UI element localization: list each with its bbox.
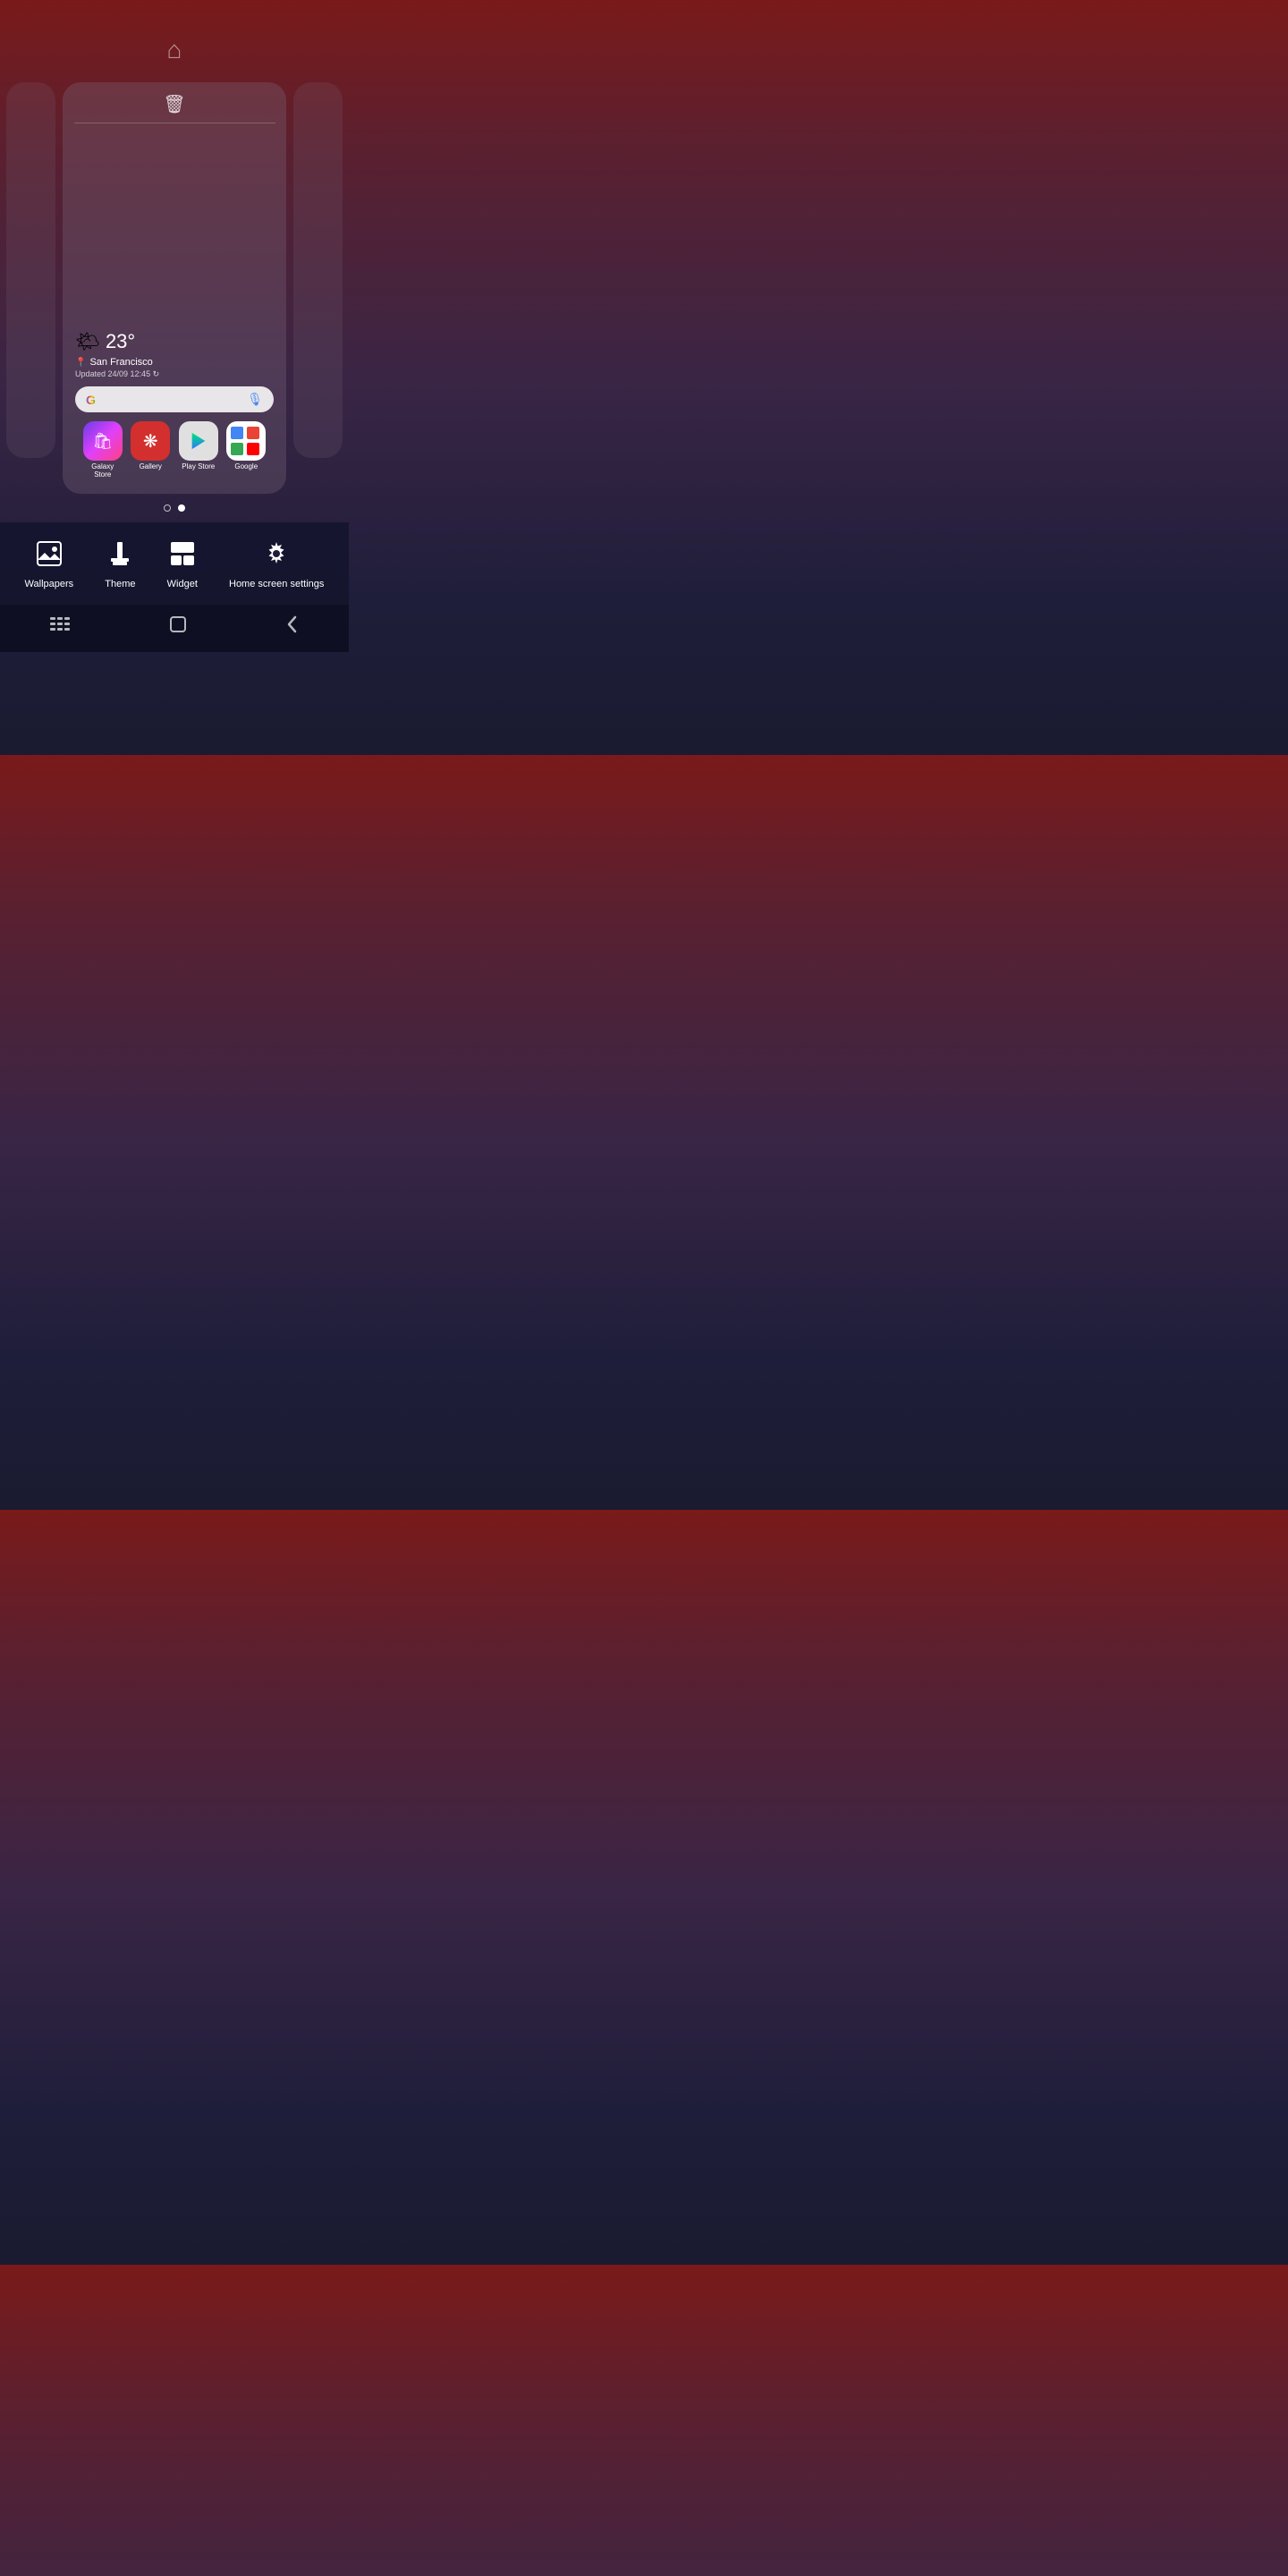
weather-row: 🌤 23° — [75, 330, 274, 353]
home-square-icon — [169, 615, 187, 633]
location-row: 📍 San Francisco — [75, 357, 274, 368]
play-triangle-svg — [189, 431, 208, 451]
google-gmail-mini — [247, 427, 259, 439]
google-g-icon: G — [86, 393, 96, 407]
galaxy-store-icon: 🛍 — [83, 421, 123, 461]
weather-updated: Updated 24/09 12:45 ↻ — [75, 369, 274, 379]
theme-svg-icon — [106, 540, 133, 567]
mic-icon[interactable]: 🎙 — [247, 392, 263, 407]
back-chevron-icon — [286, 615, 299, 633]
app-gallery[interactable]: ❋ Gallery — [131, 421, 170, 479]
weather-section: 🌤 23° 📍 San Francisco Updated 24/09 12:4… — [63, 131, 286, 494]
left-screen-preview — [6, 82, 55, 458]
google-search-bar[interactable]: G 🎙 — [75, 386, 274, 412]
app-galaxy-store[interactable]: 🛍 GalaxyStore — [83, 421, 123, 479]
option-home-screen-settings[interactable]: Home screen settings — [229, 540, 324, 590]
google-chrome-mini — [231, 427, 243, 439]
home-screen-settings-icon — [263, 540, 290, 573]
home-screen-settings-label: Home screen settings — [229, 579, 324, 590]
play-store-label: Play Store — [182, 463, 215, 471]
wallpapers-icon — [36, 540, 63, 573]
weather-icon: 🌤 — [75, 330, 100, 353]
trash-area: 🗑 — [63, 82, 286, 131]
google-yt-mini — [247, 443, 259, 455]
wallpapers-svg-icon — [36, 540, 63, 567]
play-store-icon — [179, 421, 218, 461]
google-label: Google — [234, 463, 258, 471]
option-wallpapers[interactable]: Wallpapers — [25, 540, 74, 590]
nav-menu-button[interactable] — [50, 617, 70, 636]
right-screen-preview — [293, 82, 343, 458]
wallpapers-label: Wallpapers — [25, 579, 74, 590]
weather-temperature: 23° — [106, 330, 135, 353]
menu-lines-icon — [50, 617, 70, 631]
nav-home-button[interactable] — [169, 615, 187, 638]
widget-icon — [169, 540, 196, 573]
trash-icon[interactable]: 🗑 — [163, 93, 185, 115]
widget-label: Widget — [167, 579, 198, 590]
settings-svg-icon — [263, 540, 290, 567]
option-theme[interactable]: Theme — [105, 540, 135, 590]
bottom-nav — [0, 605, 349, 652]
app-google[interactable]: Google — [226, 421, 266, 479]
app-play-store[interactable]: Play Store — [179, 421, 218, 479]
apps-row: 🛍 GalaxyStore ❋ Gallery — [75, 421, 274, 488]
galaxy-store-label: GalaxyStore — [91, 463, 114, 479]
page-dot-2[interactable] — [178, 504, 185, 512]
main-screen-preview[interactable]: 🗑 🌤 23° 📍 San Francisco Updated 24/09 12… — [63, 82, 286, 494]
nav-back-button[interactable] — [286, 615, 299, 638]
top-bar: ⌂ — [0, 0, 349, 82]
widget-svg-icon — [169, 540, 196, 567]
bottom-options: Wallpapers Theme Widget — [0, 522, 349, 605]
screens-container: 🗑 🌤 23° 📍 San Francisco Updated 24/09 12… — [0, 82, 349, 494]
option-widget[interactable]: Widget — [167, 540, 198, 590]
google-icon — [226, 421, 266, 461]
home-icon-top: ⌂ — [167, 36, 182, 64]
gallery-label: Gallery — [140, 463, 162, 471]
theme-icon — [106, 540, 133, 573]
theme-label: Theme — [105, 579, 135, 590]
page-dot-1[interactable] — [164, 504, 171, 512]
location-name: San Francisco — [89, 357, 152, 368]
location-pin-icon: 📍 — [75, 358, 86, 368]
gallery-icon: ❋ — [131, 421, 170, 461]
page-dots — [0, 504, 349, 512]
google-maps-mini — [231, 443, 243, 455]
